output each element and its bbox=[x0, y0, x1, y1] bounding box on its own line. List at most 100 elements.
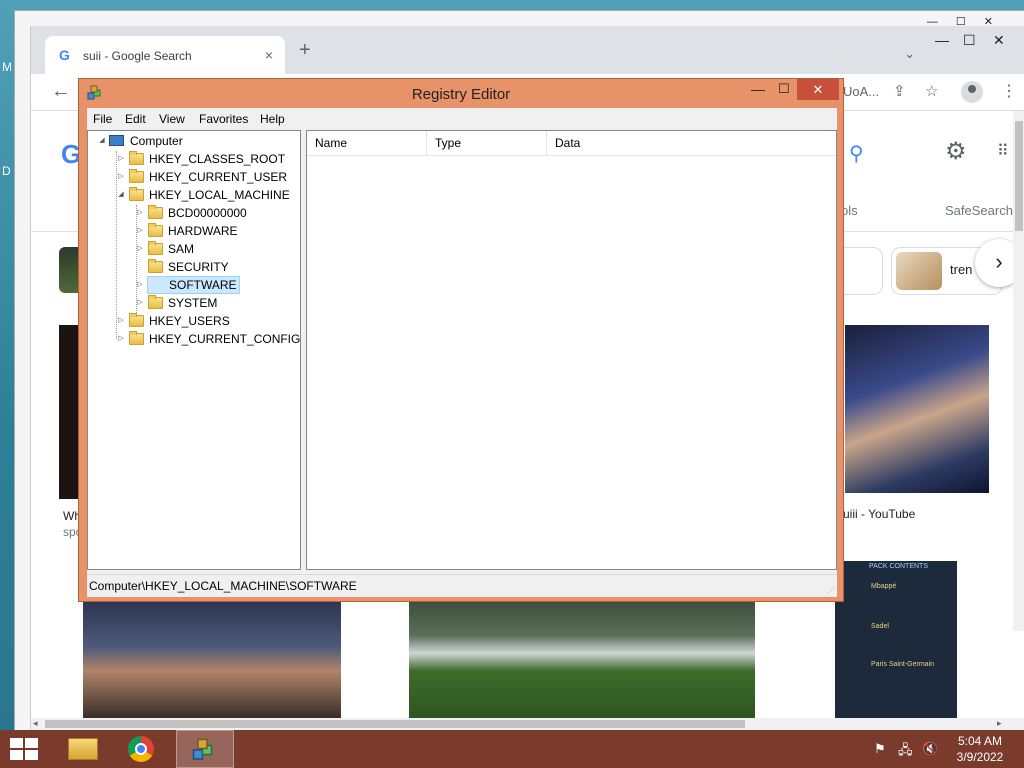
chip-thumbnail bbox=[896, 252, 942, 290]
tree-label: BCD00000000 bbox=[168, 206, 247, 220]
expand-icon[interactable]: ▷ bbox=[116, 312, 126, 330]
minimize-button[interactable]: — bbox=[935, 32, 949, 48]
maximize-button[interactable]: ☐ bbox=[771, 81, 797, 101]
windows-logo-icon bbox=[10, 738, 23, 748]
resize-grip-icon[interactable]: ⋰ bbox=[827, 586, 835, 595]
image-result[interactable] bbox=[409, 600, 755, 718]
menu-edit[interactable]: Edit bbox=[125, 112, 146, 126]
image-result[interactable]: PACK CONTENTS Mbappé Sadel Paris Saint-G… bbox=[835, 561, 957, 718]
minimize-button[interactable]: — bbox=[745, 81, 771, 101]
tree-node-hkey-users[interactable]: ▷ HKEY_USERS bbox=[88, 312, 300, 330]
expand-icon[interactable]: ▷ bbox=[116, 168, 126, 186]
tree-node-hkey-classes-root[interactable]: ▷ HKEY_CLASSES_ROOT bbox=[88, 150, 300, 168]
expand-icon[interactable]: ▷ bbox=[116, 150, 126, 168]
scroll-left-icon[interactable]: ◂ bbox=[33, 718, 38, 729]
settings-gear-icon[interactable]: ⚙ bbox=[945, 137, 967, 166]
share-icon[interactable]: ⇪ bbox=[893, 82, 906, 100]
tree-node-hkey-current-config[interactable]: ▷ HKEY_CURRENT_CONFIG bbox=[88, 330, 300, 348]
expand-icon[interactable]: ▷ bbox=[135, 204, 145, 222]
selected-tree-label: SOFTWARE bbox=[147, 276, 240, 294]
volume-muted-icon[interactable]: 🔇 bbox=[922, 741, 938, 757]
menu-favorites[interactable]: Favorites bbox=[199, 112, 248, 126]
chip-label: tren bbox=[950, 262, 973, 277]
tree-node-hkey-local-machine[interactable]: ◢ HKEY_LOCAL_MACHINE bbox=[88, 186, 300, 204]
expand-icon[interactable]: ▷ bbox=[135, 222, 145, 240]
taskbar-registry-editor[interactable] bbox=[176, 730, 234, 768]
collapse-icon[interactable]: ◢ bbox=[116, 186, 126, 204]
column-header-data[interactable]: Data bbox=[547, 131, 836, 155]
taskbar-file-explorer[interactable] bbox=[54, 730, 108, 768]
expand-icon[interactable]: ▷ bbox=[135, 276, 145, 294]
network-icon[interactable]: 🖧 bbox=[898, 741, 913, 763]
safesearch-link[interactable]: SafeSearch bbox=[945, 203, 1013, 218]
menu-view[interactable]: View bbox=[159, 112, 185, 126]
registry-body: ◢ Computer ▷ HKEY_CLASSES_ROOT ▷ HKEY_CU… bbox=[87, 128, 837, 574]
back-button[interactable]: ← bbox=[51, 80, 71, 103]
tree-node-hkey-current-user[interactable]: ▷ HKEY_CURRENT_USER bbox=[88, 168, 300, 186]
image-caption[interactable]: uiii - YouTube bbox=[843, 507, 915, 521]
folder-icon bbox=[129, 313, 144, 327]
action-center-flag-icon[interactable]: ⚑ bbox=[874, 741, 886, 757]
maximize-button[interactable]: ☐ bbox=[963, 32, 976, 49]
title-bar[interactable]: Registry Editor — ☐ ✕ bbox=[79, 79, 843, 107]
menu-file[interactable]: File bbox=[93, 112, 112, 126]
tab-search-icon[interactable]: ⌄ bbox=[904, 46, 915, 62]
windows-logo-icon bbox=[25, 738, 38, 748]
tree-node-computer[interactable]: ◢ Computer bbox=[88, 132, 300, 150]
bookmark-star-icon[interactable]: ☆ bbox=[925, 82, 938, 100]
horizontal-scrollbar[interactable]: ◂ ▸ bbox=[31, 718, 1024, 730]
window-title: Registry Editor bbox=[411, 86, 511, 103]
close-button[interactable]: ✕ bbox=[797, 79, 839, 100]
column-header-type[interactable]: Type bbox=[427, 131, 547, 155]
tab-strip: G suii - Google Search × + ⌄ — ☐ ✕ bbox=[31, 26, 1024, 74]
tree-node-security[interactable]: SECURITY bbox=[88, 258, 300, 276]
image-result[interactable] bbox=[845, 325, 989, 493]
chrome-icon bbox=[128, 736, 154, 762]
column-header-row: Name Type Data bbox=[307, 131, 836, 156]
google-apps-icon[interactable]: ⠿ bbox=[997, 141, 1009, 161]
tree-node-software[interactable]: ▷ SOFTWARE bbox=[88, 276, 300, 294]
tab-close-icon[interactable]: × bbox=[265, 47, 273, 63]
profile-avatar[interactable] bbox=[961, 81, 983, 103]
scroll-right-icon[interactable]: ▸ bbox=[997, 718, 1002, 729]
start-button[interactable] bbox=[10, 738, 38, 760]
new-tab-button[interactable]: + bbox=[299, 40, 311, 60]
collapse-icon[interactable]: ◢ bbox=[97, 132, 107, 150]
vertical-scrollbar[interactable] bbox=[1013, 111, 1024, 631]
address-bar-text[interactable]: UoA... bbox=[843, 84, 879, 99]
registry-editor-icon bbox=[192, 738, 213, 760]
clock-time[interactable]: 5:04 AM bbox=[940, 734, 1020, 748]
expand-icon[interactable]: ▷ bbox=[135, 294, 145, 312]
taskbar-chrome[interactable] bbox=[112, 730, 166, 768]
tree-node-system[interactable]: ▷ SYSTEM bbox=[88, 294, 300, 312]
clock-date[interactable]: 3/9/2022 bbox=[940, 750, 1020, 764]
pack-item: Sadel bbox=[871, 623, 889, 630]
image-result[interactable] bbox=[83, 600, 341, 718]
browser-menu-icon[interactable]: ⋮ bbox=[1001, 81, 1017, 101]
folder-icon bbox=[129, 169, 144, 183]
column-header-name[interactable]: Name bbox=[307, 131, 427, 155]
folder-icon bbox=[148, 295, 163, 309]
desktop-icon-label[interactable]: M bbox=[2, 60, 12, 74]
key-tree: ◢ Computer ▷ HKEY_CLASSES_ROOT ▷ HKEY_CU… bbox=[87, 130, 301, 570]
tab-google-search[interactable]: G suii - Google Search × bbox=[45, 36, 285, 74]
tree-node-hardware[interactable]: ▷ HARDWARE bbox=[88, 222, 300, 240]
pack-title: PACK CONTENTS bbox=[869, 563, 928, 570]
folder-icon bbox=[148, 259, 163, 273]
scrollbar-thumb[interactable] bbox=[1015, 121, 1023, 231]
status-bar: Computer\HKEY_LOCAL_MACHINE\SOFTWARE ⋰ bbox=[87, 574, 837, 597]
status-path: Computer\HKEY_LOCAL_MACHINE\SOFTWARE bbox=[89, 579, 357, 593]
expand-icon[interactable]: ▷ bbox=[135, 240, 145, 258]
google-favicon-icon: G bbox=[59, 47, 70, 63]
expand-icon[interactable]: ▷ bbox=[116, 330, 126, 348]
scrollbar-thumb[interactable] bbox=[45, 720, 745, 728]
close-button[interactable]: ✕ bbox=[993, 32, 1005, 49]
folder-icon bbox=[129, 187, 144, 201]
values-list[interactable]: Name Type Data bbox=[306, 130, 837, 570]
menu-help[interactable]: Help bbox=[260, 112, 285, 126]
desktop-icon-label[interactable]: D bbox=[2, 164, 11, 178]
search-icon[interactable]: ⚲ bbox=[849, 141, 864, 166]
tree-node-bcd[interactable]: ▷ BCD00000000 bbox=[88, 204, 300, 222]
folder-icon bbox=[148, 205, 163, 219]
tree-node-sam[interactable]: ▷ SAM bbox=[88, 240, 300, 258]
